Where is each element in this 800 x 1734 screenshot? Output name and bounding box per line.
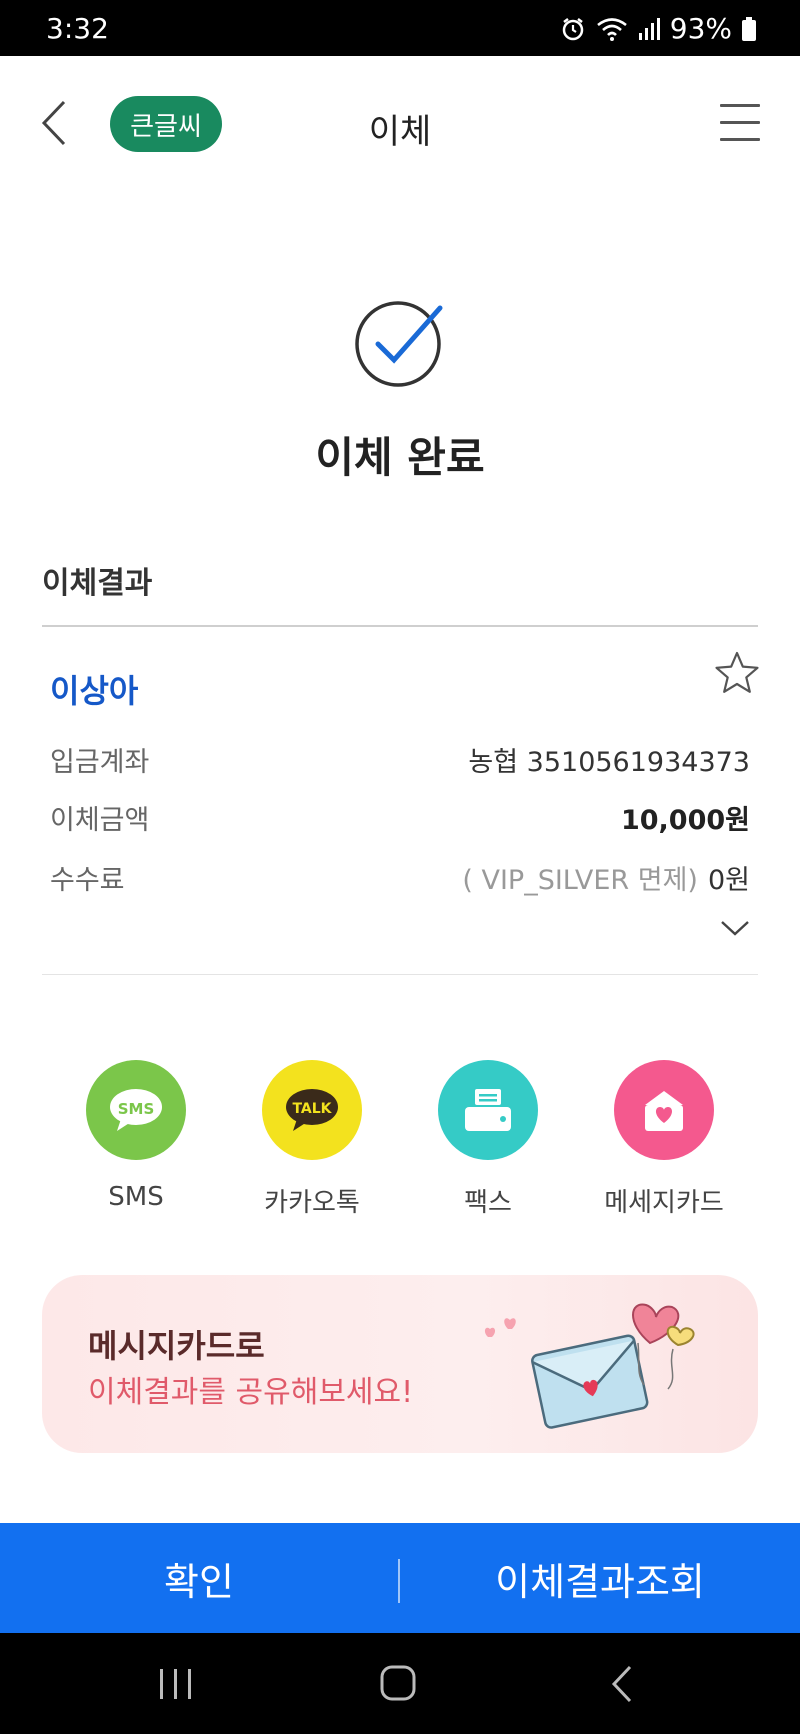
- back-nav-icon[interactable]: [594, 1661, 654, 1707]
- detail-label: 수수료: [50, 865, 125, 896]
- wifi-icon: [596, 16, 628, 42]
- fax-icon: [438, 1060, 538, 1160]
- recent-apps-icon[interactable]: [146, 1661, 206, 1707]
- home-icon[interactable]: [368, 1661, 428, 1707]
- recipient-name: 이상아: [50, 672, 139, 710]
- sms-badge-text: SMS: [118, 1100, 155, 1118]
- status-bar: 3:32 93%: [0, 0, 800, 56]
- battery-icon: [742, 16, 756, 41]
- kakaotalk-icon: TALK: [262, 1060, 362, 1160]
- menu-button[interactable]: [720, 104, 760, 142]
- detail-row-fee: 수수료 ( VIP_SILVER 면제) 0원: [50, 858, 750, 898]
- share-fax-button[interactable]: 팩스: [418, 1060, 558, 1219]
- detail-label: 이체금액: [50, 805, 150, 836]
- promo-line1: 메시지카드로: [88, 1327, 265, 1365]
- page-title: 이체: [368, 112, 432, 152]
- hamburger-icon-line: [720, 104, 760, 107]
- talk-badge-text: TALK: [292, 1101, 332, 1117]
- promo-line2: 이체결과를 공유해보세요!: [88, 1375, 414, 1410]
- divider: [42, 974, 758, 975]
- app-header: 큰글씨 이체: [0, 56, 800, 190]
- detail-row-amount: 이체금액 10,000원: [50, 798, 750, 838]
- share-label: SMS: [108, 1182, 164, 1212]
- transfer-complete-title: 이체 완료: [315, 433, 485, 482]
- battery-percent: 93%: [669, 12, 732, 45]
- hamburger-icon-line: [720, 121, 760, 124]
- amount-value: 10,000원: [620, 805, 750, 836]
- message-card-promo-banner[interactable]: 메시지카드로 이체결과를 공유해보세요!: [42, 1275, 758, 1453]
- hamburger-icon-line: [720, 138, 760, 141]
- share-sms-button[interactable]: SMS SMS: [66, 1060, 206, 1212]
- check-circle-icon: [355, 301, 443, 387]
- star-icon[interactable]: [714, 650, 760, 696]
- status-time: 3:32: [46, 12, 109, 45]
- share-label: 메세지카드: [604, 1188, 724, 1218]
- system-nav-bar: [0, 1633, 800, 1734]
- chevron-down-icon[interactable]: [720, 918, 750, 938]
- detail-row-account: 입금계좌 농협 3510561934373: [50, 740, 750, 780]
- section-title: 이체결과: [42, 566, 153, 601]
- fee-value: 0원: [707, 865, 750, 896]
- bottom-action-bar: 확인 이체결과조회: [0, 1523, 800, 1633]
- share-kakaotalk-button[interactable]: TALK 카카오톡: [242, 1060, 382, 1219]
- share-message-card-button[interactable]: 메세지카드: [594, 1060, 734, 1219]
- confirm-button[interactable]: 확인: [0, 1523, 398, 1633]
- account-value: 농협 3510561934373: [468, 747, 750, 778]
- view-transfer-result-button[interactable]: 이체결과조회: [400, 1523, 800, 1633]
- divider: [42, 625, 758, 627]
- fee-note: ( VIP_SILVER 면제): [462, 865, 698, 896]
- status-icons: 93%: [560, 12, 756, 45]
- detail-label: 입금계좌: [50, 747, 150, 778]
- envelope-illustration: [484, 1303, 695, 1429]
- share-label: 카카오톡: [264, 1188, 360, 1218]
- alarm-icon: [560, 16, 586, 42]
- signal-icon: [638, 17, 660, 41]
- message-card-icon: [614, 1060, 714, 1160]
- sms-icon: SMS: [86, 1060, 186, 1160]
- fee-value-group: ( VIP_SILVER 면제) 0원: [462, 858, 750, 897]
- share-label: 팩스: [464, 1188, 512, 1218]
